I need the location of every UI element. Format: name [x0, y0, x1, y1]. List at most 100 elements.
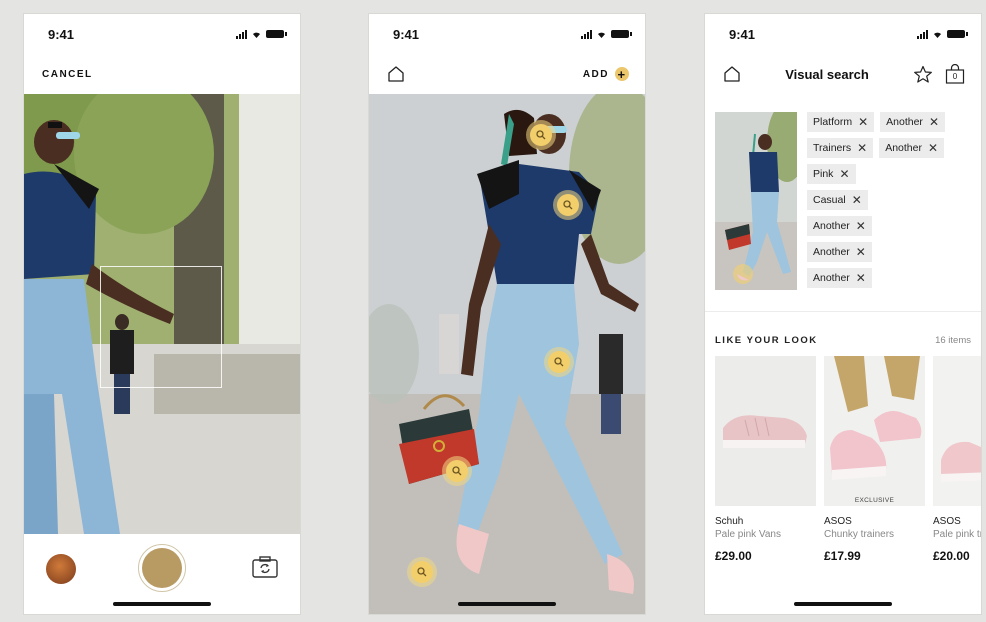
- exclusive-badge: EXCLUSIVE: [854, 497, 895, 504]
- tag-label: Another: [885, 142, 922, 154]
- remove-tag-icon[interactable]: ✕: [929, 115, 939, 129]
- filter-tag[interactable]: Platform ✕: [807, 112, 875, 132]
- remove-tag-icon[interactable]: ✕: [856, 245, 866, 259]
- tag-row: Another ✕: [807, 242, 973, 262]
- camera-topbar: CANCEL: [24, 54, 300, 94]
- product-name: Pale pink trainers: [933, 529, 981, 540]
- tag-row: Another ✕: [807, 216, 973, 236]
- section-count: 16 items: [935, 335, 971, 346]
- filter-tag[interactable]: Casual ✕: [807, 190, 868, 210]
- hotspot-hair[interactable]: [526, 120, 556, 150]
- remove-tag-icon[interactable]: ✕: [858, 115, 868, 129]
- focus-box: [100, 266, 222, 388]
- battery-icon: [947, 30, 968, 38]
- product-card[interactable]: Schuh Pale pink Vans £29.00: [715, 356, 816, 563]
- search-icon: [452, 466, 462, 476]
- section-title: LIKE YOUR LOOK: [715, 335, 818, 346]
- signal-icon: [917, 29, 928, 39]
- filter-tag[interactable]: Another ✕: [807, 268, 872, 288]
- battery-icon: [266, 30, 287, 38]
- status-bar: 9:41: [369, 14, 645, 54]
- page-title: Visual search: [785, 66, 869, 82]
- street-photo: [369, 94, 645, 614]
- visual-search-screen: 9:41 Visual search 0 Platform ✕ Another …: [705, 14, 981, 614]
- remove-tag-icon[interactable]: ✕: [857, 141, 867, 155]
- tag-row: Casual ✕: [807, 190, 973, 210]
- status-bar: 9:41: [24, 14, 300, 54]
- search-photo-thumbnail[interactable]: [715, 112, 797, 290]
- shutter-fill: [142, 548, 182, 588]
- home-indicator: [113, 602, 211, 606]
- filter-tag[interactable]: Pink ✕: [807, 164, 856, 184]
- remove-tag-icon[interactable]: ✕: [856, 219, 866, 233]
- home-indicator: [794, 602, 892, 606]
- plus-icon: +: [615, 67, 629, 81]
- camera-viewfinder[interactable]: [24, 94, 300, 534]
- pink-trainers-image: [933, 356, 981, 506]
- product-card[interactable]: EXCLUSIVE ASOS Chunky trainers £17.99: [824, 356, 925, 563]
- hotspot-top[interactable]: [553, 190, 583, 220]
- tag-label: Another: [813, 220, 850, 232]
- status-time: 9:41: [729, 26, 756, 42]
- remove-tag-icon[interactable]: ✕: [856, 271, 866, 285]
- product-brand: Schuh: [715, 516, 744, 527]
- captured-photo: [369, 94, 645, 614]
- home-indicator: [458, 602, 556, 606]
- filter-tag[interactable]: Another ✕: [879, 138, 945, 158]
- filter-tag[interactable]: Trainers ✕: [807, 138, 874, 158]
- tag-row: Platform ✕ Another ✕: [807, 112, 973, 132]
- home-icon[interactable]: [723, 65, 741, 83]
- tag-label: Another: [813, 272, 850, 284]
- tag-label: Platform: [813, 116, 853, 128]
- signal-icon: [236, 29, 247, 39]
- tag-row: Another ✕: [807, 268, 973, 288]
- thumbnail-image: [715, 112, 797, 290]
- hotspot-screen: 9:41 ADD +: [369, 14, 645, 614]
- filter-tag[interactable]: Another ✕: [807, 216, 872, 236]
- product-image: [715, 356, 816, 506]
- hotspot-jeans[interactable]: [544, 347, 574, 377]
- search-icon: [417, 567, 427, 577]
- tag-row: Pink ✕: [807, 164, 973, 184]
- product-image: EXCLUSIVE: [824, 356, 925, 506]
- star-icon[interactable]: [913, 65, 933, 84]
- bag-count: 0: [952, 72, 958, 81]
- remove-tag-icon[interactable]: ✕: [852, 193, 862, 207]
- hotspot-shoes[interactable]: [407, 557, 437, 587]
- filter-tag[interactable]: Another ✕: [807, 242, 872, 262]
- camera-screen: 9:41 CANCEL: [24, 14, 300, 614]
- vans-shoe-image: [715, 356, 816, 506]
- product-name: Chunky trainers: [824, 529, 895, 540]
- search-icon: [563, 200, 573, 210]
- product-price: £20.00: [933, 549, 970, 563]
- tag-list: Platform ✕ Another ✕ Trainers ✕ Another ✕ Pink ✕ C…: [807, 112, 973, 294]
- status-time: 9:41: [48, 26, 75, 42]
- search-icon: [536, 130, 546, 140]
- chunky-trainers-image: [824, 356, 925, 506]
- product-brand: ASOS: [933, 516, 961, 527]
- tag-label: Casual: [813, 194, 846, 206]
- hotspot-bag[interactable]: [442, 456, 472, 486]
- cancel-button[interactable]: CANCEL: [42, 69, 93, 80]
- filter-tag[interactable]: Another ✕: [880, 112, 945, 132]
- add-label: ADD: [582, 68, 609, 80]
- tag-label: Trainers: [813, 142, 852, 154]
- add-button[interactable]: ADD +: [583, 67, 629, 81]
- remove-tag-icon[interactable]: ✕: [928, 141, 938, 155]
- visual-search-content: Platform ✕ Another ✕ Trainers ✕ Another ✕ Pink ✕ C…: [705, 98, 981, 614]
- home-icon[interactable]: [387, 65, 405, 83]
- shutter-button[interactable]: [138, 544, 186, 592]
- tag-label: Another: [886, 116, 923, 128]
- signal-icon: [581, 29, 592, 39]
- tag-label: Pink: [813, 168, 834, 180]
- status-bar: 9:41: [705, 14, 981, 54]
- product-card[interactable]: ASOS Pale pink trainers £20.00: [933, 356, 981, 563]
- remove-tag-icon[interactable]: ✕: [839, 167, 849, 181]
- wifi-icon: [252, 32, 261, 38]
- section-divider: [705, 311, 981, 312]
- product-name: Pale pink Vans: [715, 529, 781, 540]
- gallery-thumbnail[interactable]: [46, 554, 76, 584]
- flip-camera-icon[interactable]: [252, 556, 278, 578]
- product-carousel[interactable]: Schuh Pale pink Vans £29.00 EXCLUSIVE AS…: [715, 356, 981, 563]
- bag-button[interactable]: 0: [945, 64, 965, 84]
